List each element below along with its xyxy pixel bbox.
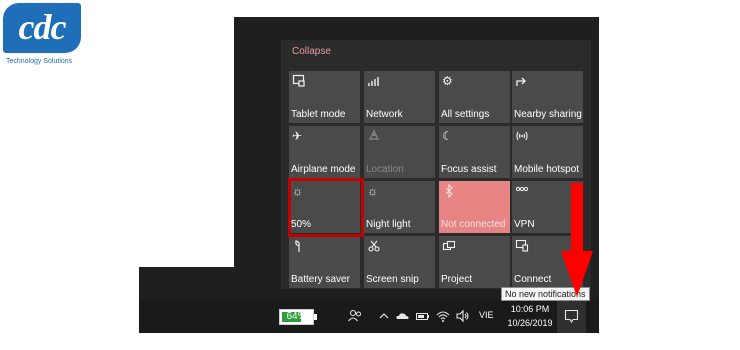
battery-saver-icon [292, 239, 306, 253]
tile-label: Not connected [441, 219, 506, 230]
night-light-icon: ☼ [367, 184, 378, 198]
cloud-icon[interactable] [395, 308, 411, 326]
project-icon [442, 239, 456, 253]
clock-time[interactable]: 10:06 PM [500, 304, 560, 314]
airplane-icon: ✈ [292, 129, 303, 143]
tile-label: Location [366, 164, 404, 175]
chevron-up-icon[interactable] [378, 308, 390, 326]
tile-all-settings[interactable]: ⚙ All settings [439, 71, 510, 123]
battery-icon[interactable] [415, 308, 431, 326]
battery-tip [314, 314, 317, 320]
language-indicator[interactable]: VIE [479, 310, 494, 320]
clock-date[interactable]: 10/26/2019 [500, 318, 560, 328]
screen-snip-icon [367, 239, 381, 253]
action-center-button[interactable] [557, 300, 586, 333]
tile-project[interactable]: Project [439, 236, 510, 288]
tile-network[interactable]: Network [364, 71, 435, 123]
network-icon [367, 74, 381, 88]
hotspot-icon [515, 129, 529, 143]
tile-label: Nearby sharing [514, 109, 582, 120]
moon-icon: ☾ [442, 129, 453, 143]
tile-airplane-mode[interactable]: ✈ Airplane mode [289, 126, 360, 178]
tile-screen-snip[interactable]: Screen snip [364, 236, 435, 288]
share-icon [515, 74, 529, 88]
tile-label: Tablet mode [291, 109, 346, 120]
volume-icon[interactable] [455, 308, 471, 326]
tile-label: All settings [441, 109, 490, 120]
logo-text: cdc [18, 7, 67, 47]
location-icon [367, 129, 381, 143]
battery-percentage: 64% [286, 311, 307, 322]
battery-indicator[interactable]: 64% [279, 309, 314, 325]
tile-label: Airplane mode [291, 164, 356, 175]
bluetooth-icon [442, 184, 456, 198]
logo-tagline: Technology Solutions [6, 58, 73, 65]
brightness-highlight-box [288, 178, 364, 237]
tile-location[interactable]: Location [364, 126, 435, 178]
tile-label: Project [441, 274, 473, 285]
tile-label: Battery saver [291, 274, 350, 285]
tablet-mode-icon [292, 74, 306, 88]
tile-tablet-mode[interactable]: Tablet mode [289, 71, 360, 123]
collapse-link[interactable]: Collapse [292, 46, 331, 57]
connect-icon [515, 239, 529, 253]
wifi-icon[interactable] [435, 308, 451, 326]
people-icon[interactable] [347, 308, 363, 326]
tile-label: Connect [514, 274, 552, 285]
tile-label: VPN [514, 219, 535, 230]
tile-label: Network [366, 109, 403, 120]
tile-focus-assist[interactable]: ☾ Focus assist [439, 126, 510, 178]
tile-label: Mobile hotspot [514, 164, 580, 175]
tile-mobile-hotspot[interactable]: Mobile hotspot [512, 126, 583, 178]
tile-label: Night light [366, 219, 411, 230]
tile-label: Focus assist [441, 164, 497, 175]
tile-nearby-sharing[interactable]: Nearby sharing [512, 71, 583, 123]
vpn-icon [515, 184, 529, 198]
tile-bluetooth[interactable]: Not connected [439, 181, 510, 233]
tile-battery-saver[interactable]: Battery saver [289, 236, 360, 288]
red-arrow-annotation [561, 183, 593, 297]
tile-label: Screen snip [366, 274, 419, 285]
cdc-logo: cdc Technology Solutions [3, 3, 81, 65]
gear-icon: ⚙ [442, 74, 453, 88]
tile-night-light[interactable]: ☼ Night light [364, 181, 435, 233]
